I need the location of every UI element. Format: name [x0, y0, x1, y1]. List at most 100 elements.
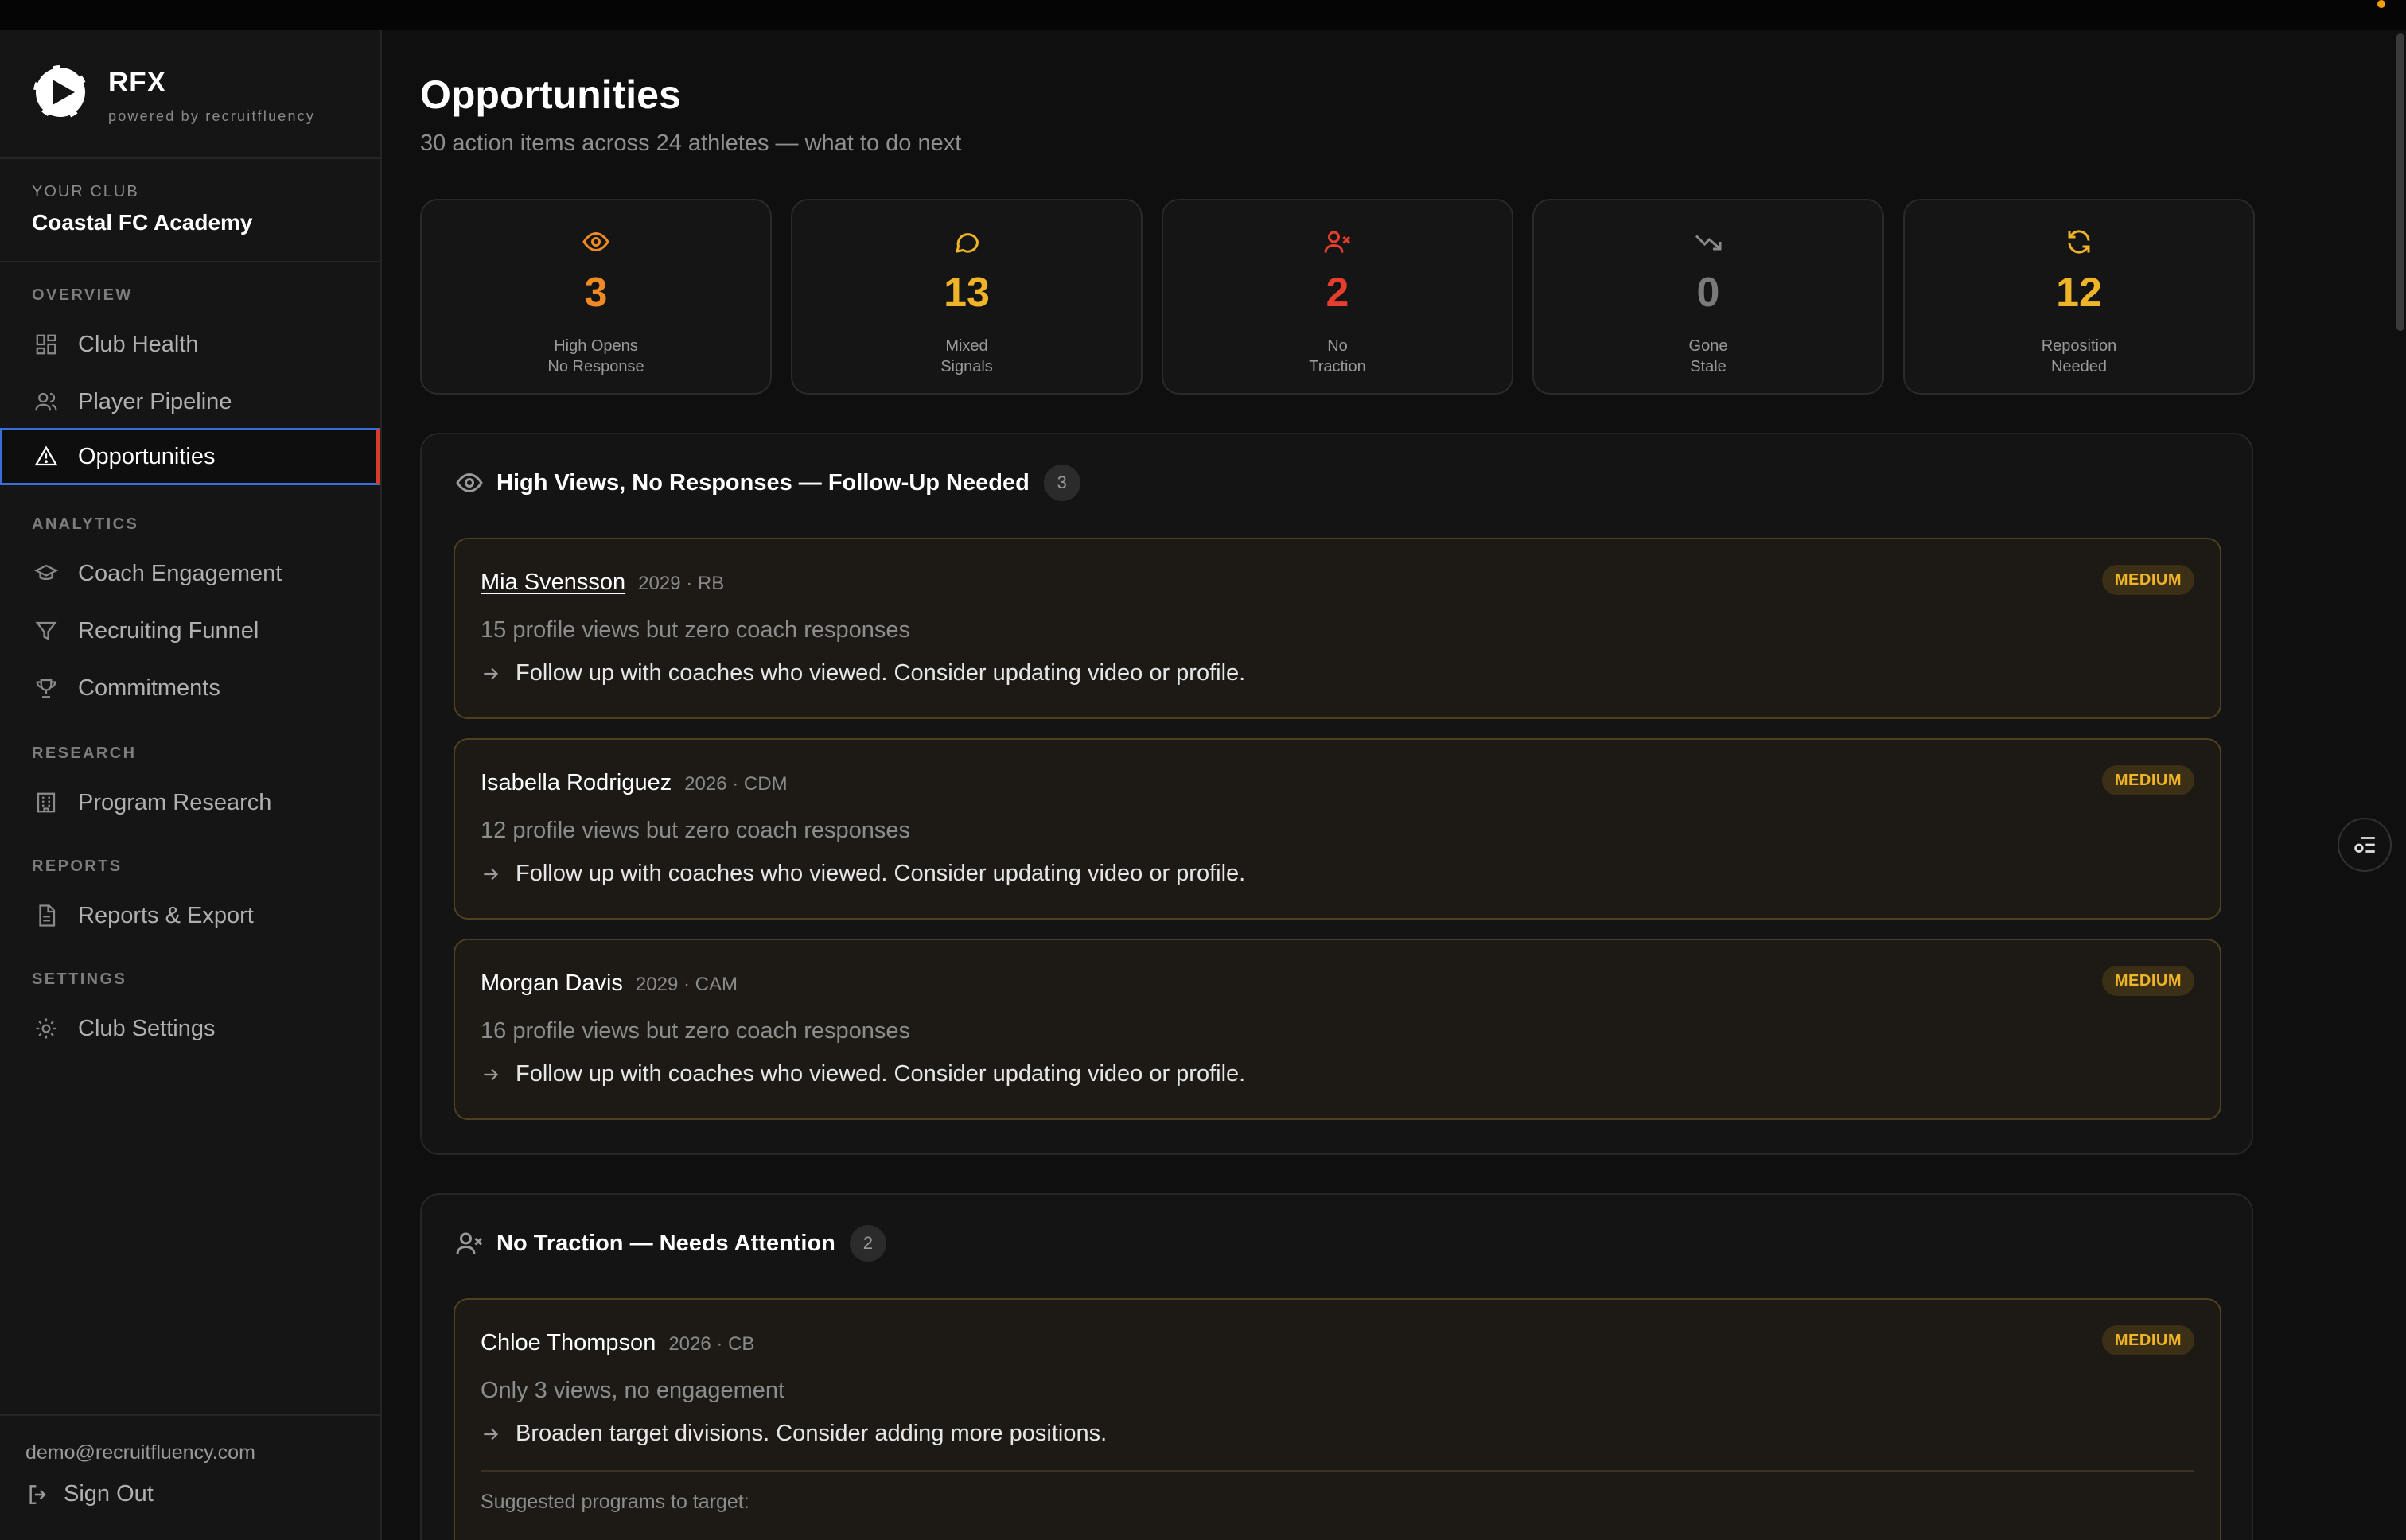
sidebar-item-program-research[interactable]: Program Research — [0, 774, 380, 831]
club-name: Coastal FC Academy — [32, 210, 253, 235]
arrow-right-icon — [484, 1068, 499, 1080]
user-email: demo@recruitfluency.com — [25, 1441, 255, 1464]
nav-section-reports: REPORTS — [32, 858, 123, 875]
opportunity-card[interactable]: Morgan Davis 2029 · CAM MEDIUM 16 profile… — [454, 939, 2221, 1120]
sidebar-item-label: Recruiting Funnel — [78, 617, 259, 644]
stat-card-high-opens[interactable]: 3 High Opens No Response — [420, 199, 772, 395]
stat-label: High Opens — [554, 337, 638, 355]
sidebar-item-opportunities[interactable]: Opportunities — [0, 428, 380, 485]
user-x-icon — [1324, 231, 1351, 253]
athlete-name-row: Isabella Rodriguez 2026 · CDM — [481, 770, 788, 796]
club-info: YOUR CLUB Coastal FC Academy — [0, 159, 380, 262]
opportunity-card[interactable]: Chloe Thompson 2026 · CB MEDIUM Only 3 vi… — [454, 1298, 2221, 1540]
athlete-name[interactable]: Isabella Rodriguez — [481, 770, 672, 795]
sidebar-item-label: Coach Engagement — [78, 560, 282, 586]
sign-out-label: Sign Out — [64, 1481, 154, 1507]
trending-down-icon — [1695, 235, 1722, 251]
scrollbar-thumb[interactable] — [2396, 33, 2404, 331]
card-description: 12 profile views but zero coach response… — [481, 818, 911, 843]
section-no-traction: No Traction — Needs Attention 2 Chloe Th… — [420, 1193, 2253, 1540]
athlete-name-row: Chloe Thompson 2026 · CB — [481, 1330, 754, 1356]
eye-icon — [582, 231, 609, 252]
top-bar — [0, 0, 2406, 30]
brand-name: RFX — [108, 67, 166, 98]
log-out-icon — [29, 1484, 46, 1504]
athlete-name-link[interactable]: Mia Svensson — [481, 570, 625, 595]
athlete-meta: 2029 · RB — [638, 573, 725, 594]
sidebar-item-label: Program Research — [78, 789, 272, 815]
sidebar-item-label: Opportunities — [78, 443, 216, 469]
arrow-right-icon — [484, 1428, 499, 1440]
sidebar-item-commitments[interactable]: Commitments — [0, 659, 380, 717]
sidebar-item-label: Club Settings — [78, 1015, 216, 1041]
card-description: Only 3 views, no engagement — [481, 1378, 785, 1403]
opportunity-card[interactable]: Mia Svensson 2029 · RB MEDIUM 15 profile … — [454, 538, 2221, 719]
nav-section-research: RESEARCH — [32, 745, 137, 762]
list-settings-icon — [2354, 837, 2375, 853]
stat-label: Stale — [1690, 358, 1727, 375]
refresh-icon — [2068, 230, 2090, 254]
arrow-right-icon — [484, 868, 499, 880]
recommended-action: Follow up with coaches who viewed. Consi… — [481, 660, 1245, 686]
priority-badge: MEDIUM — [2101, 966, 2194, 996]
stat-value: 0 — [1696, 270, 1720, 316]
arrow-right-icon — [484, 667, 499, 679]
stat-value: 13 — [944, 270, 990, 316]
sidebar-item-label: Commitments — [78, 675, 220, 701]
card-description: 16 profile views but zero coach response… — [481, 1018, 911, 1044]
section-high-views: High Views, No Responses — Follow-Up Nee… — [420, 433, 2253, 1155]
sidebar-item-club-health[interactable]: Club Health — [0, 316, 380, 373]
action-text: Follow up with coaches who viewed. Consi… — [516, 1061, 1246, 1087]
stat-label: Gone — [1688, 337, 1728, 355]
stat-card-no-traction[interactable]: 2 No Traction — [1162, 199, 1513, 395]
filter-icon — [32, 616, 60, 645]
page-subtitle: 30 action items across 24 athletes — wha… — [420, 130, 962, 156]
stat-value: 2 — [1326, 270, 1349, 316]
stat-label: Reposition — [2041, 337, 2117, 355]
action-text: Broaden target divisions. Consider addin… — [516, 1421, 1108, 1446]
athlete-name[interactable]: Chloe Thompson — [481, 1330, 656, 1355]
stat-label: Signals — [940, 358, 993, 375]
gear-icon — [32, 1014, 60, 1043]
athlete-name-row: Mia Svensson 2029 · RB — [481, 570, 724, 596]
opportunity-card[interactable]: Isabella Rodriguez 2026 · CDM MEDIUM 12 p… — [454, 738, 2221, 920]
sign-out-button[interactable]: Sign Out — [25, 1481, 154, 1507]
stat-card-reposition[interactable]: 12 Reposition Needed — [1903, 199, 2255, 395]
scrollbar[interactable] — [2395, 30, 2406, 1540]
athlete-meta: 2026 · CDM — [684, 773, 788, 795]
sidebar-item-recruiting-funnel[interactable]: Recruiting Funnel — [0, 602, 380, 659]
stat-label: Mixed — [945, 337, 988, 355]
section-header: High Views, No Responses — Follow-Up Nee… — [455, 465, 1080, 501]
section-header: No Traction — Needs Attention 2 — [455, 1225, 886, 1262]
divider — [481, 1470, 2194, 1472]
logo-icon — [32, 64, 89, 121]
sidebar: RFX powered by recruitfluency YOUR CLUB … — [0, 30, 382, 1540]
stat-card-mixed-signals[interactable]: 13 Mixed Signals — [791, 199, 1143, 395]
card-description: 15 profile views but zero coach response… — [481, 617, 911, 643]
nav-section-analytics: ANALYTICS — [32, 515, 139, 533]
stat-value: 12 — [2056, 270, 2102, 316]
priority-badge: MEDIUM — [2101, 765, 2194, 795]
athlete-meta: 2026 · CB — [668, 1333, 755, 1355]
stat-value: 3 — [584, 270, 608, 316]
sidebar-item-coach-engagement[interactable]: Coach Engagement — [0, 545, 380, 602]
eye-icon — [456, 472, 483, 493]
sidebar-item-club-settings[interactable]: Club Settings — [0, 1000, 380, 1057]
athlete-meta: 2029 · CAM — [635, 974, 738, 995]
sidebar-item-player-pipeline[interactable]: Player Pipeline — [0, 373, 380, 430]
stat-label: No — [1327, 337, 1348, 355]
recommended-action: Follow up with coaches who viewed. Consi… — [481, 1061, 1245, 1087]
athlete-name[interactable]: Morgan Davis — [481, 970, 623, 996]
message-icon — [955, 233, 979, 253]
sidebar-item-reports-export[interactable]: Reports & Export — [0, 887, 380, 944]
stat-card-gone-stale[interactable]: 0 Gone Stale — [1532, 199, 1884, 395]
recommended-action: Follow up with coaches who viewed. Consi… — [481, 861, 1245, 887]
status-dot — [2377, 0, 2385, 8]
club-label: YOUR CLUB — [32, 183, 139, 200]
filter-toggle-button[interactable] — [2338, 818, 2392, 872]
athlete-name-row: Morgan Davis 2029 · CAM — [481, 970, 738, 997]
brand-header[interactable]: RFX powered by recruitfluency — [0, 30, 380, 159]
user-x-icon — [456, 1232, 483, 1254]
nav-section-overview: OVERVIEW — [32, 286, 133, 304]
recommended-action: Broaden target divisions. Consider addin… — [481, 1421, 1107, 1447]
